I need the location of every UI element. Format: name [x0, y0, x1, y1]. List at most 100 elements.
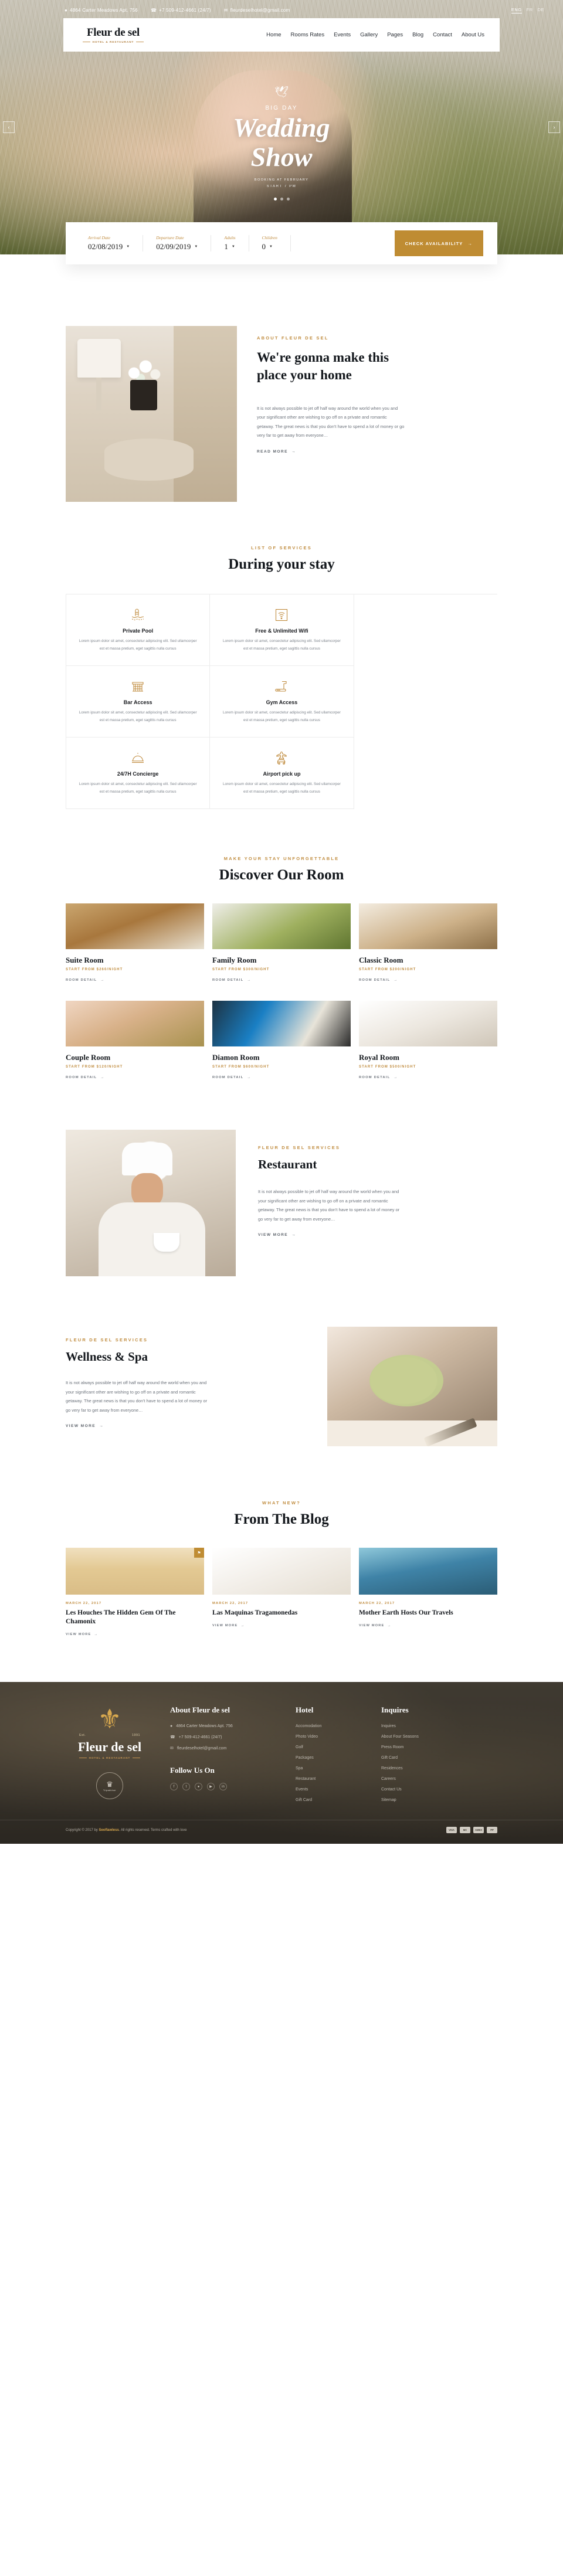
footer-link-packages[interactable]: Packages — [296, 1756, 365, 1760]
footer-link-about-four-seasons[interactable]: About Four Seasons — [381, 1735, 450, 1739]
room-detail-link[interactable]: ROOM DETAIL → — [359, 978, 497, 982]
footer-link-events[interactable]: Events — [296, 1787, 365, 1792]
room-card-couple[interactable]: Couple Room START FROM $120/NIGHT ROOM D… — [66, 1001, 204, 1079]
footer-link-inquires[interactable]: Inquires — [381, 1724, 450, 1728]
nav-item-pages[interactable]: Pages — [387, 32, 403, 38]
blog-post-3[interactable]: MARCH 22, 2017 Mother Earth Hosts Our Tr… — [359, 1548, 497, 1636]
service-card-concierge[interactable]: 24/7H Concierge Lorem ipsum dolor sit am… — [66, 738, 211, 809]
hero-slider-dots[interactable] — [0, 198, 563, 200]
footer-hotel-links[interactable]: Accomodation Photo Video Golf Packages S… — [296, 1724, 365, 1802]
footer-link-gift-card-2[interactable]: Gift Card — [381, 1756, 450, 1760]
language-switcher[interactable]: ENG FR DE — [511, 7, 544, 13]
service-card-wifi[interactable]: Free & Unlimited Wifi Lorem ipsum dolor … — [210, 594, 354, 666]
service-card-airport-pickup[interactable]: Airport pick up Lorem ipsum dolor sit am… — [210, 738, 354, 809]
hero-prev-button[interactable]: ‹ — [3, 121, 15, 133]
arrival-date-value[interactable]: 02/08/2019 ▼ — [88, 242, 130, 252]
slider-dot-2[interactable] — [280, 198, 283, 200]
nav-item-contact[interactable]: Contact — [433, 32, 452, 38]
room-card-royal[interactable]: Royal Room START FROM $500/NIGHT ROOM DE… — [359, 1001, 497, 1079]
nav-item-rooms-rates[interactable]: Rooms Rates — [291, 32, 325, 38]
footer-link-accomodation[interactable]: Accomodation — [296, 1724, 365, 1728]
bookmark-icon[interactable]: ⚑ — [194, 1548, 204, 1558]
top-contact-bar: ● 4864 Carter Meadows Apt. 756 ☎ +7 509-… — [0, 0, 563, 20]
children-value[interactable]: 0 ▼ — [262, 242, 277, 252]
room-image[interactable] — [66, 903, 204, 949]
room-card-diamon[interactable]: Diamon Room START FROM $600/NIGHT ROOM D… — [212, 1001, 351, 1079]
room-image[interactable] — [212, 1001, 351, 1046]
check-availability-button[interactable]: CHECK AVAILABILITY → — [394, 230, 483, 256]
slider-dot-1[interactable] — [273, 198, 277, 200]
footer-link-golf[interactable]: Golf — [296, 1745, 365, 1749]
footer-link-sitemap[interactable]: Sitemap — [381, 1798, 450, 1802]
room-detail-link[interactable]: ROOM DETAIL → — [359, 1076, 497, 1079]
nav-item-home[interactable]: Home — [266, 32, 281, 38]
blog-post-title[interactable]: Les Houches The Hidden Gem Of The Chamon… — [66, 1609, 204, 1626]
twitter-icon[interactable]: t — [182, 1783, 190, 1791]
service-card-gym[interactable]: Gym Access Lorem ipsum dolor sit amet, c… — [210, 666, 354, 738]
room-card-classic[interactable]: Classic Room START FROM $200/NIGHT ROOM … — [359, 903, 497, 982]
hero-next-button[interactable]: › — [548, 121, 560, 133]
blog-post-image[interactable] — [212, 1548, 351, 1595]
blog-post-title[interactable]: Las Maquinas Tragamonedas — [212, 1609, 351, 1617]
restaurant-view-more-link[interactable]: VIEW MORE → — [258, 1233, 296, 1237]
footer-link-careers[interactable]: Careers — [381, 1777, 450, 1781]
facebook-icon[interactable]: f — [170, 1783, 178, 1791]
booking-field-children[interactable]: Children 0 ▼ — [249, 235, 291, 252]
room-card-family[interactable]: Family Room START FROM $300/NIGHT ROOM D… — [212, 903, 351, 982]
blog-post-view-more-link[interactable]: VIEW MORE → — [66, 1633, 204, 1636]
room-image[interactable] — [66, 1001, 204, 1046]
room-image[interactable] — [359, 1001, 497, 1046]
spa-view-more-link[interactable]: VIEW MORE → — [66, 1424, 104, 1428]
language-eng[interactable]: ENG — [511, 7, 522, 13]
footer-link-photo-video[interactable]: Photo Video — [296, 1735, 365, 1739]
blog-post-1[interactable]: ⚑ MARCH 22, 2017 Les Houches The Hidden … — [66, 1548, 204, 1636]
room-detail-link[interactable]: ROOM DETAIL → — [66, 978, 204, 982]
booking-field-adults[interactable]: Adults 1 ▼ — [211, 235, 249, 252]
room-detail-link[interactable]: ROOM DETAIL → — [212, 1076, 351, 1079]
primary-menu[interactable]: Home Rooms Rates Events Gallery Pages Bl… — [266, 32, 484, 38]
footer-link-contact-us[interactable]: Contact Us — [381, 1787, 450, 1792]
youtube-icon[interactable]: ▶ — [207, 1783, 215, 1791]
linkedin-icon[interactable]: in — [219, 1783, 227, 1791]
room-image[interactable] — [359, 903, 497, 949]
adults-value[interactable]: 1 ▼ — [224, 242, 235, 252]
blog-post-image[interactable] — [66, 1548, 204, 1595]
copyright-brand[interactable]: Seoflawless — [99, 1829, 118, 1832]
site-logo[interactable]: Fleur de sel HOTEL & RESTAURANT — [79, 27, 148, 43]
topbar-email[interactable]: ✉ fleurdeselhotel@gmail.com — [224, 8, 290, 13]
blog-post-2[interactable]: MARCH 22, 2017 Las Maquinas Tragamonedas… — [212, 1548, 351, 1636]
footer-link-residences[interactable]: Residences — [381, 1766, 450, 1770]
booking-field-departure[interactable]: Departure Date 02/09/2019 ▼ — [143, 235, 212, 252]
footer-email[interactable]: ✉ fleurdeselhotel@gmail.com — [170, 1746, 279, 1751]
service-card-bar[interactable]: Bar Access Lorem ipsum dolor sit amet, c… — [66, 666, 211, 738]
blog-post-image[interactable] — [359, 1548, 497, 1595]
footer-link-spa[interactable]: Spa — [296, 1766, 365, 1770]
about-read-more-link[interactable]: READ MORE → — [257, 450, 296, 454]
rooms-title: Discover Our Room — [219, 867, 344, 883]
instagram-icon[interactable]: ● — [195, 1783, 202, 1791]
booking-field-arrival[interactable]: Arrival Date 02/08/2019 ▼ — [80, 235, 144, 252]
nav-item-events[interactable]: Events — [334, 32, 351, 38]
language-de[interactable]: DE — [538, 7, 544, 13]
departure-date-value[interactable]: 02/09/2019 ▼ — [156, 242, 198, 252]
language-fr[interactable]: FR — [527, 7, 533, 13]
room-card-suite[interactable]: Suite Room START FROM $260/NIGHT ROOM DE… — [66, 903, 204, 982]
room-detail-link[interactable]: ROOM DETAIL → — [66, 1076, 204, 1079]
footer-phone[interactable]: ☎ +7 509-412-4661 (24/7) — [170, 1735, 279, 1740]
footer-inquires-links[interactable]: Inquires About Four Seasons Press Room G… — [381, 1724, 450, 1802]
footer-social-links[interactable]: f t ● ▶ in — [170, 1783, 279, 1791]
blog-post-view-more-link[interactable]: VIEW MORE → — [212, 1624, 351, 1627]
footer-link-restaurant[interactable]: Restaurant — [296, 1777, 365, 1781]
room-image[interactable] — [212, 903, 351, 949]
topbar-phone[interactable]: ☎ +7 509-412-4661 (24/7) — [151, 8, 211, 13]
slider-dot-3[interactable] — [286, 198, 290, 200]
service-card-private-pool[interactable]: Private Pool Lorem ipsum dolor sit amet,… — [66, 594, 211, 666]
footer-link-press-room[interactable]: Press Room — [381, 1745, 450, 1749]
nav-item-gallery[interactable]: Gallery — [360, 32, 378, 38]
room-detail-link[interactable]: ROOM DETAIL → — [212, 978, 351, 982]
blog-post-view-more-link[interactable]: VIEW MORE → — [359, 1624, 497, 1627]
blog-post-title[interactable]: Mother Earth Hosts Our Travels — [359, 1609, 497, 1617]
footer-link-gift-card[interactable]: Gift Card — [296, 1798, 365, 1802]
nav-item-blog[interactable]: Blog — [412, 32, 423, 38]
nav-item-about-us[interactable]: About Us — [462, 32, 484, 38]
